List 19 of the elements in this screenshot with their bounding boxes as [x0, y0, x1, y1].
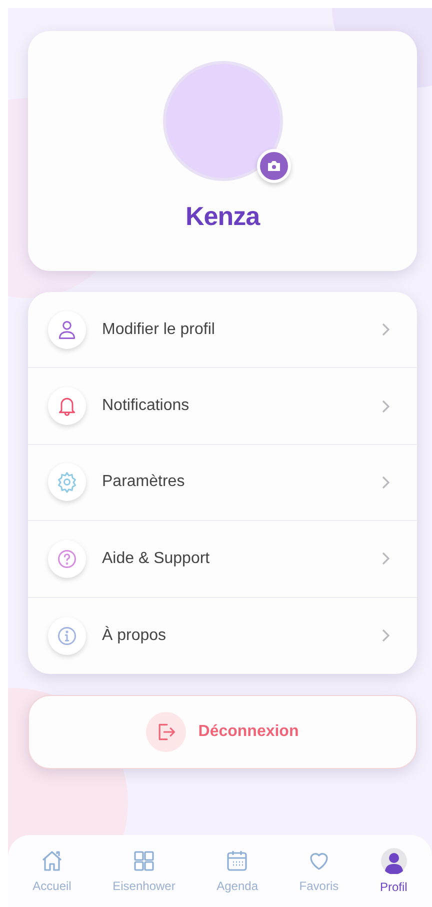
home-icon: [40, 849, 64, 873]
nav-tab[interactable]: Profil: [380, 848, 408, 894]
menu-item[interactable]: Aide & Support: [28, 521, 417, 598]
chevron-icon: [382, 629, 390, 642]
chevron-icon: [382, 476, 390, 489]
menu-item[interactable]: Paramètres: [28, 444, 417, 522]
menu-item[interactable]: Modifier le profil: [28, 292, 417, 368]
chevron-icon: [382, 323, 390, 336]
logout-icon: [146, 712, 186, 752]
menu-item[interactable]: À propos: [28, 598, 417, 674]
camera-icon: [266, 160, 280, 172]
calendar-icon: [225, 849, 250, 873]
camera-button[interactable]: [256, 149, 290, 183]
chevron-icon: [382, 400, 390, 413]
avatar-icon: [380, 848, 407, 874]
grid-icon: [132, 849, 156, 873]
chevron-icon: [382, 552, 390, 566]
menu-item[interactable]: Notifications: [28, 368, 417, 445]
profile-name: Kenza: [185, 201, 260, 232]
